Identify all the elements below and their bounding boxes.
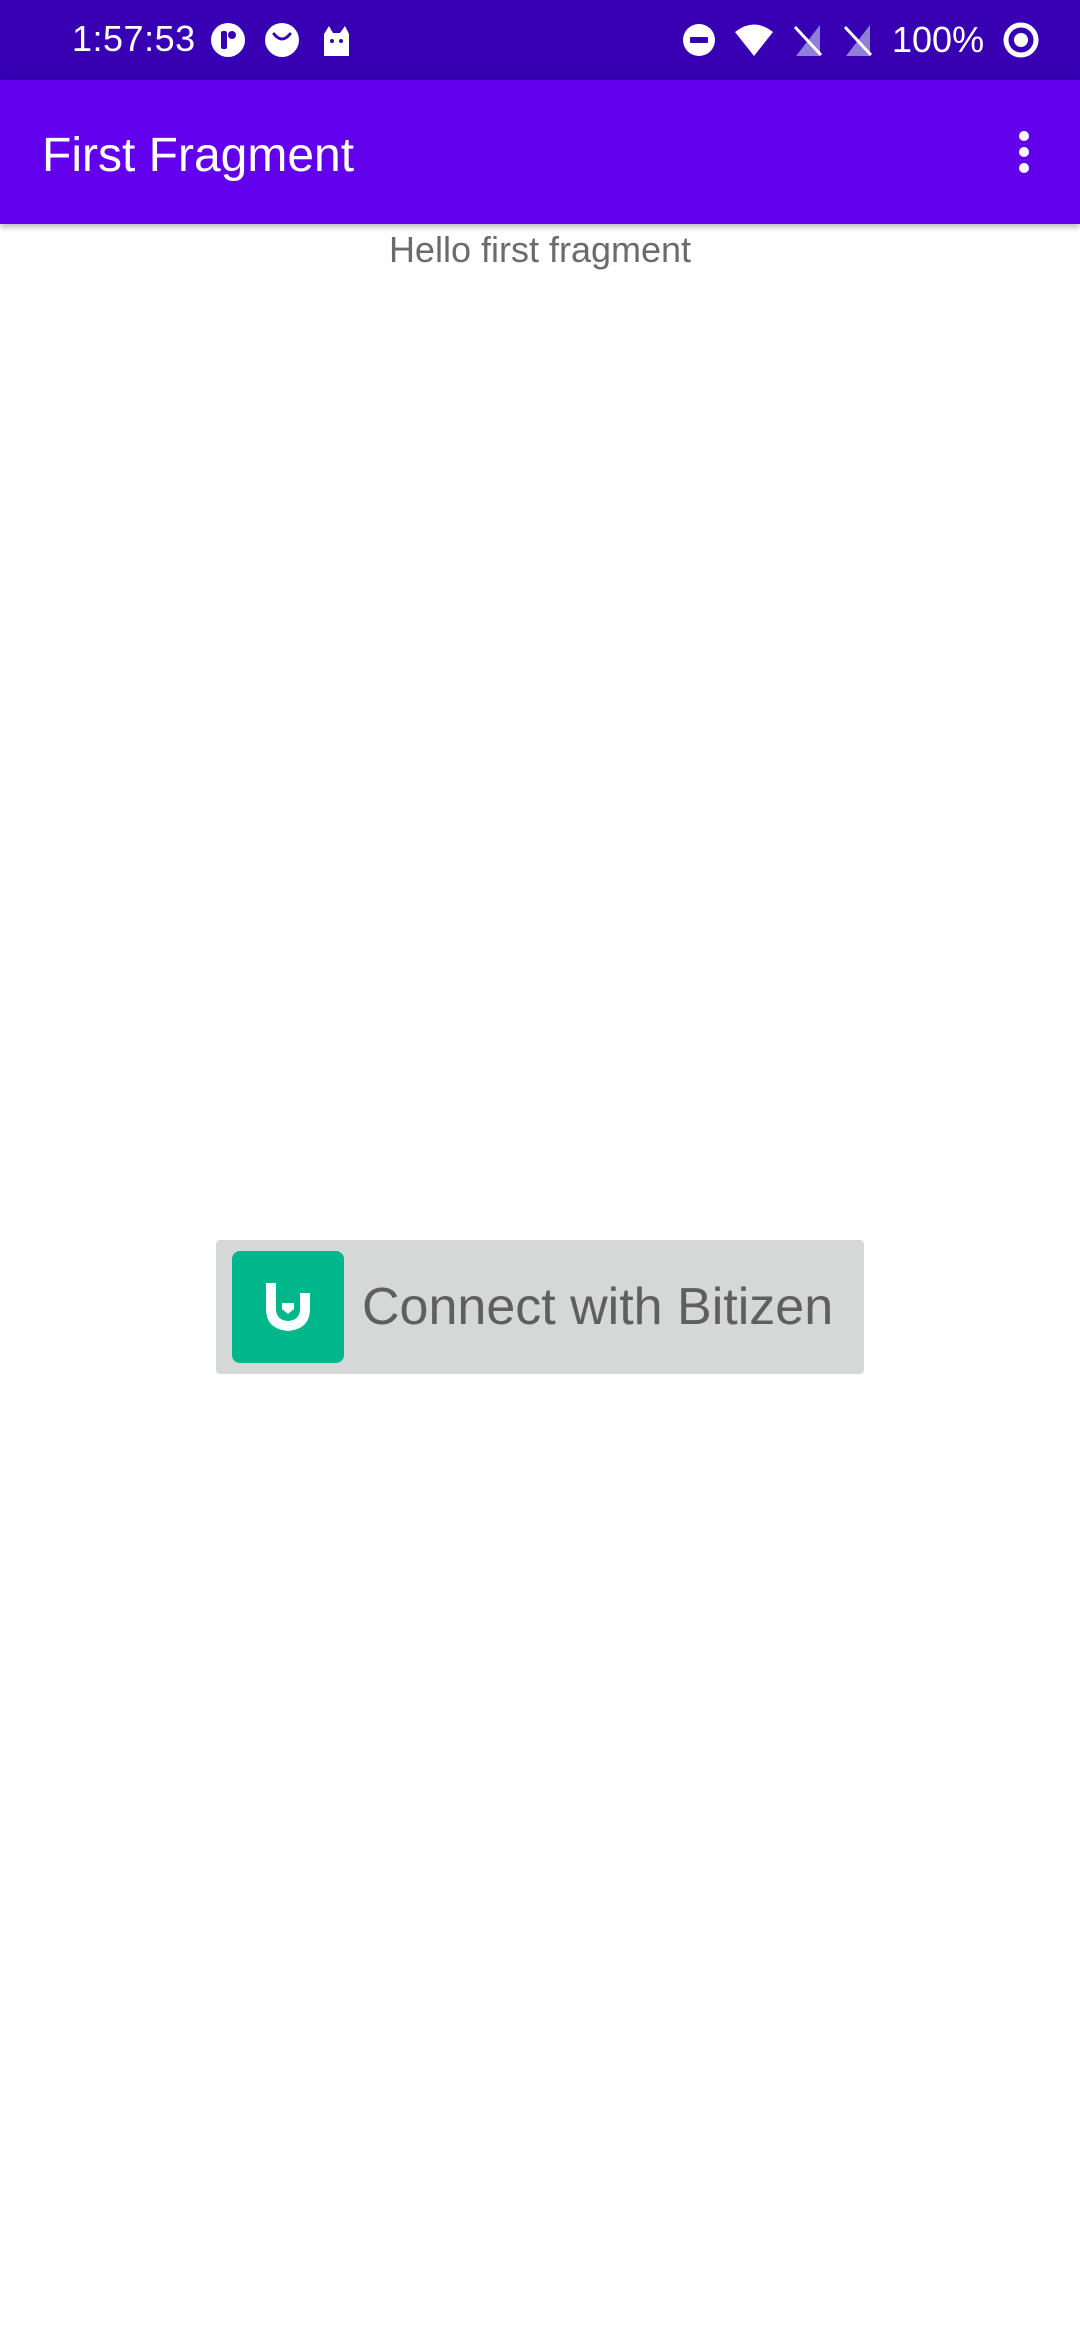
status-system-icons: 100% — [682, 18, 1040, 62]
app-bar-title: First Fragment — [42, 129, 355, 182]
overflow-menu-button[interactable] — [996, 116, 1052, 188]
do-not-disturb-icon — [683, 24, 715, 56]
notification-app-icon — [211, 23, 245, 57]
app-bar: First Fragment — [0, 80, 1080, 224]
status-notification-icons — [210, 20, 354, 60]
connect-button-label: Connect with Bitizen — [362, 1278, 834, 1336]
hello-text: Hello first fragment — [388, 229, 692, 270]
no-sim-icon — [793, 25, 823, 57]
battery-percentage: 100% — [892, 19, 985, 60]
connect-with-bitizen-button[interactable]: Connect with Bitizen — [216, 1240, 864, 1374]
status-time: 1:57:53 — [72, 18, 196, 59]
bitizen-logo — [232, 1251, 344, 1363]
battery-ring-icon — [1003, 22, 1039, 58]
status-bar: 1:57:53 100% — [0, 0, 1080, 80]
no-sim-icon — [843, 25, 873, 57]
bitizen-logo-icon — [266, 1283, 310, 1331]
notification-smile-icon — [265, 23, 299, 57]
more-vert-icon — [1019, 131, 1029, 173]
notification-cat-icon — [324, 26, 349, 56]
wifi-icon — [735, 24, 773, 56]
